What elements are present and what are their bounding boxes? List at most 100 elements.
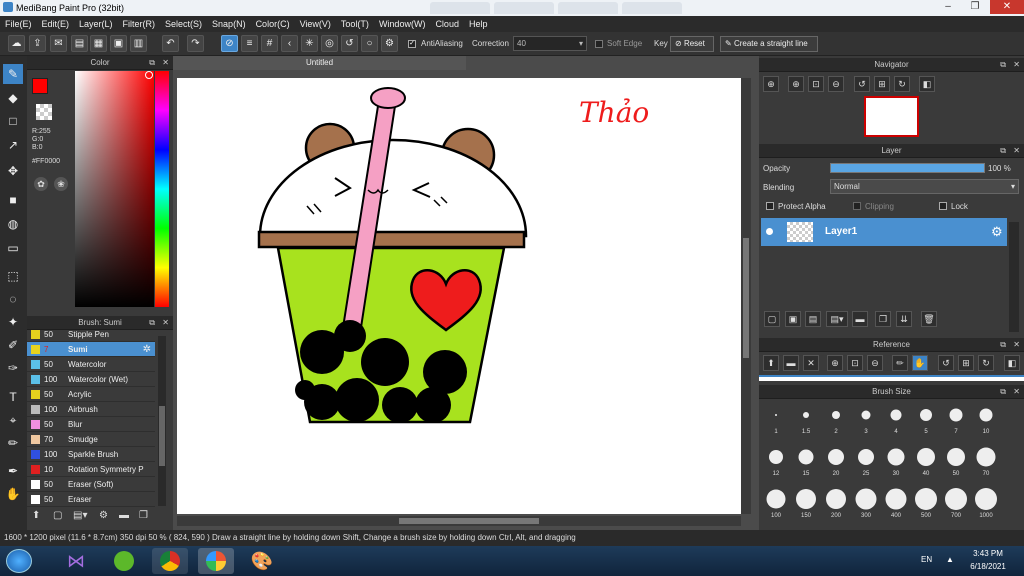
opacity-slider[interactable]	[830, 163, 985, 173]
menu-select[interactable]: Select(S)	[160, 16, 207, 32]
hue-slider[interactable]	[155, 71, 169, 307]
circle-icon[interactable]: ○	[361, 35, 378, 52]
brush-size-cell[interactable]: 25	[851, 447, 881, 479]
primary-color-swatch[interactable]	[32, 78, 48, 94]
reference-rotate-right-icon[interactable]: ↻	[978, 355, 994, 371]
document-tab[interactable]: Untitled	[173, 56, 466, 70]
select-pen-icon[interactable]: ✐	[3, 335, 23, 355]
layer-scrollbar[interactable]	[1009, 222, 1019, 332]
palette-alt-icon[interactable]: ❀	[54, 177, 68, 191]
reference-rotate-left-icon[interactable]: ↺	[938, 355, 954, 371]
new-layer-icon[interactable]: ▢	[764, 311, 780, 327]
reference-open-icon[interactable]: ▬	[783, 355, 799, 371]
menu-edit[interactable]: Edit(E)	[37, 16, 75, 32]
brush-size-cell[interactable]: 1000	[971, 488, 1001, 521]
upload-icon[interactable]: ⇪	[29, 35, 46, 52]
flip-icon[interactable]: ◧	[919, 76, 935, 92]
brush-size-cell[interactable]: 15	[791, 447, 821, 479]
tray-arrow-icon[interactable]: ▲	[946, 555, 954, 564]
bucket-tool-icon[interactable]: ◍	[3, 214, 23, 234]
transparent-swatch[interactable]	[36, 104, 52, 120]
fill-rect-tool-icon[interactable]: ■	[3, 190, 23, 210]
eyedropper-icon[interactable]: ✏	[3, 433, 23, 453]
brush-size-cell[interactable]: 4	[881, 405, 911, 437]
layer-menu-icon[interactable]: ▤▾	[826, 311, 848, 327]
brush-size-cell[interactable]: 400	[881, 488, 911, 521]
lasso-tool-icon[interactable]: ◌	[3, 289, 23, 309]
move-tool-icon[interactable]: ✥	[3, 161, 23, 181]
brush-size-cell[interactable]: 3	[851, 405, 881, 437]
visual-studio-icon[interactable]: ⋈	[58, 548, 94, 574]
snap-off-icon[interactable]: ⊘	[221, 35, 238, 52]
circle-snap-icon[interactable]: ◎	[321, 35, 338, 52]
reference-import-icon[interactable]: ⬆	[763, 355, 779, 371]
create-straight-line-button[interactable]: ✎ Create a straight line	[720, 36, 818, 52]
brush-item[interactable]: 100 Airbrush	[27, 402, 155, 417]
rotate-right-icon[interactable]: ↻	[894, 76, 910, 92]
new-8bit-layer-icon[interactable]: ▤	[805, 311, 821, 327]
palette-icon[interactable]: ✿	[34, 177, 48, 191]
restore-icon[interactable]: ❐	[962, 0, 988, 14]
brush-item[interactable]: 50 Blur	[27, 417, 155, 432]
select-tool-icon[interactable]: ⬚	[3, 266, 23, 286]
blending-select[interactable]: Normal ▾	[830, 179, 1019, 194]
brush-item[interactable]: 50 Stipple Pen	[27, 327, 155, 342]
parallel-snap-icon[interactable]: ≡	[241, 35, 258, 52]
add-brush-icon[interactable]: ⬆	[32, 510, 40, 521]
brush-size-cell[interactable]: 40	[911, 447, 941, 479]
medibang-taskbar-icon[interactable]	[198, 548, 234, 574]
document-icon[interactable]: ▤	[71, 35, 88, 52]
reset-button[interactable]: ⊘ Reset	[670, 36, 714, 52]
brush-item[interactable]: 50 Watercolor	[27, 357, 155, 372]
eye-icon[interactable]	[766, 228, 773, 235]
brush-size-cell[interactable]: 70	[971, 447, 1001, 479]
reset-view-icon[interactable]: ⊞	[874, 76, 890, 92]
page-icon[interactable]: ▦	[90, 35, 107, 52]
curve-snap-icon[interactable]: ↺	[341, 35, 358, 52]
brush-item[interactable]: 7 Sumi ✲	[27, 342, 155, 357]
layer-folder-icon[interactable]: ▬	[852, 311, 868, 327]
brush-size-cell[interactable]: 100	[761, 489, 791, 521]
close-icon[interactable]: ✕	[990, 0, 1024, 14]
reference-flip-icon[interactable]: ◧	[1004, 355, 1020, 371]
fit-window-icon[interactable]: ⊡	[808, 76, 824, 92]
reference-close-icon[interactable]: ✕	[803, 355, 819, 371]
panel-icon[interactable]: ▣	[110, 35, 127, 52]
brush-size-cell[interactable]: 150	[791, 489, 821, 521]
undo-icon[interactable]: ↶	[162, 35, 179, 52]
snap-settings-icon[interactable]: ⚙	[381, 35, 398, 52]
brush-size-cell[interactable]: 700	[941, 488, 971, 521]
drawing-canvas[interactable]: Thảo	[177, 78, 741, 514]
brush-size-cell[interactable]: 200	[821, 489, 851, 521]
brush-item[interactable]: 100 Watercolor (Wet)	[27, 372, 155, 387]
new-brush-icon[interactable]: ▢	[53, 510, 62, 521]
brush-size-cell[interactable]: 20	[821, 447, 851, 479]
folder-icon[interactable]: ▬	[119, 510, 129, 521]
brush-settings-icon[interactable]: ⚙	[99, 510, 108, 521]
reference-hand-icon[interactable]: ✋	[912, 355, 928, 371]
brush-size-cell[interactable]: 1.5	[791, 405, 821, 437]
cross-snap-icon[interactable]: #	[261, 35, 278, 52]
horizontal-scrollbar[interactable]	[177, 516, 741, 526]
minimize-icon[interactable]: –	[935, 0, 961, 14]
brush-list-scrollbar[interactable]	[158, 336, 166, 506]
lock-checkbox[interactable]	[939, 202, 947, 210]
brush-item[interactable]: 50 Acrylic	[27, 387, 155, 402]
merge-layer-icon[interactable]: ⇊	[896, 311, 912, 327]
zoom-out-icon[interactable]: ⊖	[828, 76, 844, 92]
saturation-value-picker[interactable]	[75, 71, 154, 307]
menu-cloud[interactable]: Cloud	[430, 16, 464, 32]
reference-eyedropper-icon[interactable]: ✏	[892, 355, 908, 371]
hand-tool-icon[interactable]: ✋	[3, 484, 23, 504]
pen-tool-icon[interactable]: ✒	[3, 461, 23, 481]
brush-size-cell[interactable]: 10	[971, 405, 1001, 437]
gear-icon[interactable]: ⚙	[991, 224, 1003, 240]
brush-size-cell[interactable]: 12	[761, 447, 791, 479]
brush-item[interactable]: 50 Eraser (Soft)	[27, 477, 155, 492]
brush-item[interactable]: 70 Smudge	[27, 432, 155, 447]
reference-fit-icon[interactable]: ⊡	[847, 355, 863, 371]
brush-item[interactable]: 10 Rotation Symmetry P	[27, 462, 155, 477]
duplicate-icon[interactable]: ❐	[139, 510, 148, 521]
reference-reset-icon[interactable]: ⊞	[958, 355, 974, 371]
magic-wand-icon[interactable]: ✦	[3, 312, 23, 332]
